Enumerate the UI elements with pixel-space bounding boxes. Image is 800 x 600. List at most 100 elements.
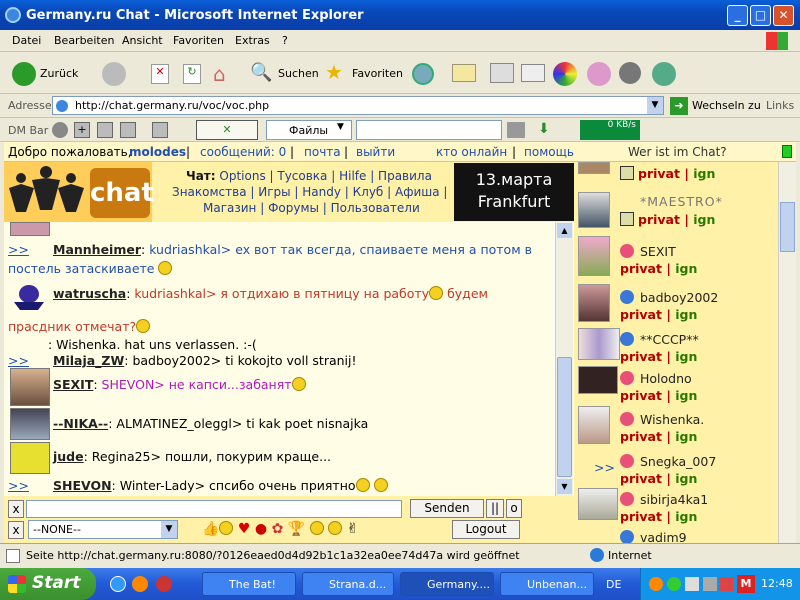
quicklaunch-firefox-icon[interactable] [132,576,148,592]
privat-link[interactable]: privat [620,388,662,403]
nav-line-2[interactable]: Знакомства | Игры | Handy | Клуб | Афиша… [172,185,447,199]
help-link[interactable]: помощь [524,145,574,159]
tray-firefox-icon[interactable] [649,577,663,591]
minimize-button[interactable]: _ [727,5,748,26]
mail-icon[interactable] [452,64,476,82]
maximize-button[interactable]: □ [750,5,771,26]
privat-link[interactable]: privat [638,212,680,227]
clear-select-button[interactable]: x [8,521,24,539]
dm-add-icon[interactable]: + [74,122,90,138]
message-nick[interactable]: --NIKA-- [53,416,108,431]
privat-link[interactable]: privat [620,509,662,524]
ignore-link[interactable]: ign [675,349,697,364]
links-button[interactable]: Links [766,99,794,112]
privat-link[interactable]: privat [620,307,662,322]
menu-datei[interactable]: Datei [12,34,41,47]
shock-smiley-icon[interactable] [328,521,343,535]
logout-link[interactable]: выйти [356,145,395,159]
user-name[interactable]: badboy2002 [640,290,718,305]
tray-speaker-icon[interactable] [703,577,717,591]
ignore-link[interactable]: ign [675,307,697,322]
privat-link[interactable]: privat [638,166,680,181]
search-icon[interactable]: 🔍 [250,62,272,83]
event-banner[interactable]: 13.марта Frankfurt [454,163,574,221]
cup-icon[interactable]: 🏆 [288,521,305,537]
logout-button[interactable]: Logout [452,520,520,539]
nav-line-3[interactable]: Магазин | Форумы | Пользователи [203,201,420,215]
ignore-link[interactable]: ign [675,471,697,486]
send-button[interactable]: Senden [410,499,484,518]
dm-gear-icon[interactable] [52,122,68,138]
pause-button[interactable]: || [486,499,504,518]
thumbs-icon[interactable]: 👍 [202,521,219,537]
option-button[interactable]: o [506,499,522,518]
dm-search-field[interactable] [356,120,502,140]
hand-icon[interactable]: ✌ [347,521,359,537]
scroll-thumb[interactable] [557,357,572,477]
refresh-icon[interactable]: ↻ [183,64,201,84]
mail-link[interactable]: почта [304,145,341,159]
ignore-link[interactable]: ign [675,388,697,403]
forward-arrow-icon[interactable] [102,62,126,86]
user-name[interactable]: vadim9 [640,530,687,543]
quicklaunch-ie-icon[interactable] [110,576,126,592]
ignore-link[interactable]: ign [693,212,715,227]
dm-settings-icon[interactable] [152,122,168,138]
messenger-icon[interactable] [652,62,676,86]
private-marker[interactable]: >> [8,242,29,257]
recipient-select[interactable]: --NONE-- ▼ [28,520,178,539]
yahoo-icon[interactable] [587,62,611,86]
private-marker[interactable]: >> [8,353,29,368]
ignore-link[interactable]: ign [675,509,697,524]
user-name[interactable]: SEXIT [640,244,676,259]
smiley-icon[interactable] [219,521,234,535]
ignore-link[interactable]: ign [693,166,715,181]
dm-home-icon[interactable] [120,122,136,138]
message-nick[interactable]: SEXIT [53,377,93,392]
ignore-link[interactable]: ign [675,429,697,444]
private-marker[interactable]: >> [8,478,29,493]
chevron-down-icon[interactable]: ▼ [161,521,177,538]
clear-button[interactable]: x [8,500,24,518]
task-strana[interactable]: Strana.d... [302,572,394,596]
dm-download-icon[interactable]: ⬇ [538,121,550,137]
favorites-star-icon[interactable]: ★ [325,60,343,84]
task-unbenannt[interactable]: Unbenan... [500,572,594,596]
quicklaunch-app-icon[interactable] [156,576,172,592]
tray-app-icon[interactable] [719,577,733,591]
user-name[interactable]: Wishenka. [640,412,704,427]
private-marker[interactable]: >> [594,460,615,475]
message-nick[interactable]: Milaja_ZW [53,353,124,368]
dm-connect-icon[interactable]: ✕ [196,120,258,140]
menu-bearbeiten[interactable]: Bearbeiten [54,34,114,47]
flower-icon[interactable]: ✿ [272,521,284,537]
back-arrow-icon[interactable] [12,62,36,86]
message-nick[interactable]: watruscha [53,286,126,301]
dm-search-icon[interactable] [507,122,525,138]
tray-icq-icon[interactable] [667,577,681,591]
user-list-scrollbar[interactable] [778,162,796,543]
chat-logo[interactable]: chat [4,162,154,222]
tray-network-icon[interactable] [685,577,699,591]
message-input[interactable] [26,500,402,518]
favorites-button[interactable]: Favoriten [352,67,403,80]
shield-icon[interactable] [619,62,641,84]
privat-link[interactable]: privat [620,471,662,486]
privat-link[interactable]: privat [620,261,662,276]
menu-help[interactable]: ? [282,34,288,47]
tray-mail-icon[interactable]: M [737,575,755,593]
stop-icon[interactable]: ✕ [151,64,169,84]
dm-grid-icon[interactable] [97,122,113,138]
url-dropdown-icon[interactable]: ▼ [647,97,663,114]
messages-link[interactable]: сообщений: 0 [200,145,286,159]
online-link[interactable]: кто онлайн [436,145,507,159]
user-name[interactable]: *MAESTRO* [640,194,723,209]
dm-files-select[interactable]: Файлы ▼ [266,120,352,140]
scroll-thumb[interactable] [780,202,795,252]
menu-extras[interactable]: Extras [235,34,270,47]
privat-link[interactable]: privat [620,429,662,444]
current-user[interactable]: molodes [129,145,186,159]
close-button[interactable]: ✕ [773,5,794,26]
message-nick[interactable]: jude [53,449,84,464]
url-field[interactable]: http://chat.germany.ru/voc/voc.php ▼ [52,96,664,115]
